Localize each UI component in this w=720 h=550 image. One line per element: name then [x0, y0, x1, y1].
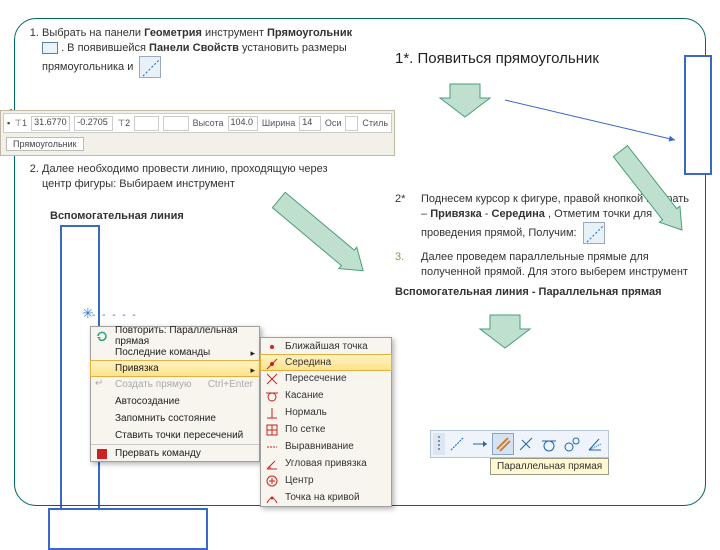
tangent-icon: [265, 389, 279, 403]
sub-norm[interactable]: Нормаль: [261, 404, 391, 421]
sep: ⊤2: [117, 118, 130, 129]
ctx-create: ↵ Создать прямую Ctrl+Enter: [91, 376, 259, 393]
rectangle-tool-icon: [42, 42, 58, 54]
sub-mid[interactable]: Середина: [260, 354, 392, 371]
dashed-guide: - - - - -: [92, 310, 138, 321]
sub-align[interactable]: Выравнивание: [261, 438, 391, 455]
h-label: Высота: [193, 118, 224, 128]
angle-icon: [265, 457, 279, 471]
panel-tab[interactable]: Прямоугольник: [6, 137, 84, 151]
parallel-line-icon[interactable]: [492, 433, 514, 455]
ctx-recent[interactable]: Последние команды▸: [91, 344, 259, 361]
point-icon: [265, 340, 279, 354]
sub-inter[interactable]: Пересечение: [261, 370, 391, 387]
horiz-line-icon[interactable]: [469, 433, 491, 455]
tangent2-icon[interactable]: [561, 433, 583, 455]
num: 2*: [395, 192, 405, 207]
repeat-icon: [95, 329, 109, 343]
ctx-cancel[interactable]: Прервать команду: [91, 444, 259, 461]
step-1: Выбрать на панели Геометрия инструмент П…: [42, 26, 360, 78]
t-bold: Панели Свойств: [149, 42, 239, 54]
t-bold: Прямоугольник: [267, 27, 352, 39]
intersect-icon: [265, 372, 279, 386]
grid-icon: [265, 423, 279, 437]
ctx-remember[interactable]: Запомнить состояние: [91, 410, 259, 427]
properties-panel: ▪ ⊤1 31.6770 -0.2705 ⊤2 Высота 104.0 Шир…: [0, 110, 395, 156]
num: 3.: [395, 250, 404, 265]
sub-nearest[interactable]: Ближайшая точка: [261, 338, 391, 355]
pointer-arrow: [500, 90, 690, 170]
c2[interactable]: [134, 116, 159, 131]
center-icon: [265, 474, 279, 488]
aux-line-tool-icon: [139, 56, 161, 78]
ax: Оси: [325, 118, 342, 128]
right-title: 1*. Появиться прямоугольник: [395, 50, 695, 67]
aux2-label: Вспомогательная линия - Параллельная пря…: [395, 285, 695, 300]
sub-grid[interactable]: По сетке: [261, 421, 391, 438]
toolbar-handle[interactable]: [433, 433, 445, 455]
t: . В появившейся: [61, 42, 149, 54]
right-item-3: 3. Далее проведем параллельные прямые дл…: [395, 250, 695, 280]
coord-y[interactable]: -0.2705: [74, 116, 113, 131]
t-bold: Геометрия: [144, 27, 202, 39]
line-tool-icon[interactable]: [446, 433, 468, 455]
t: инструмент: [205, 27, 267, 39]
w-label: Ширина: [262, 118, 295, 128]
tooltip: Параллельная прямая: [490, 458, 609, 475]
bisector-icon[interactable]: [584, 433, 606, 455]
ctx-auto[interactable]: Автосоздание: [91, 393, 259, 410]
chevron-right-icon: ▸: [250, 365, 255, 376]
left-column: Выбрать на панели Геометрия инструмент П…: [20, 26, 360, 84]
normal-icon: [265, 406, 279, 420]
context-menu: Повторить: Параллельная прямая Последние…: [90, 326, 260, 462]
ctx-repeat[interactable]: Повторить: Параллельная прямая: [91, 327, 259, 344]
width-field[interactable]: 14: [299, 116, 321, 131]
aux-line-label: Вспомогательная линия: [50, 210, 184, 222]
midpoint-icon: [265, 357, 279, 371]
aux-line-tool-icon: [583, 222, 605, 244]
step-2: Далее необходимо провести линию, проходя…: [42, 162, 360, 192]
ax-field[interactable]: [345, 116, 358, 131]
coord-x[interactable]: 31.6770: [31, 116, 70, 131]
sub-tan[interactable]: Касание: [261, 387, 391, 404]
sub-center[interactable]: Центр: [261, 472, 391, 489]
c2[interactable]: [163, 116, 188, 131]
snap-submenu: Ближайшая точка Середина Пересечение Кас…: [260, 337, 392, 507]
prop-icon: ▪: [7, 118, 10, 128]
down-arrow-icon: [475, 310, 695, 350]
result-rectangle-horizontal: [48, 508, 208, 550]
style: Стиль: [362, 118, 388, 128]
sub-curve[interactable]: Точка на кривой: [261, 489, 391, 506]
shortcut: Ctrl+Enter: [208, 379, 253, 390]
ctx-snap[interactable]: Привязка▸: [90, 360, 260, 377]
chevron-right-icon: ▸: [250, 348, 255, 359]
tangent-icon[interactable]: [538, 433, 560, 455]
perp-line-icon[interactable]: [515, 433, 537, 455]
align-icon: [265, 440, 279, 454]
ctx-points[interactable]: Ставить точки пересечений: [91, 427, 259, 444]
height-field[interactable]: 104.0: [228, 116, 258, 131]
sub-ang[interactable]: Угловая привязка: [261, 455, 391, 472]
aux-line-toolbar: [430, 430, 609, 458]
curve-point-icon: [265, 491, 279, 505]
create-icon: ↵: [95, 378, 109, 392]
stop-icon: [95, 447, 109, 461]
t: Выбрать на панели: [42, 27, 144, 39]
step-2-block: Далее необходимо провести линию, проходя…: [20, 162, 360, 198]
